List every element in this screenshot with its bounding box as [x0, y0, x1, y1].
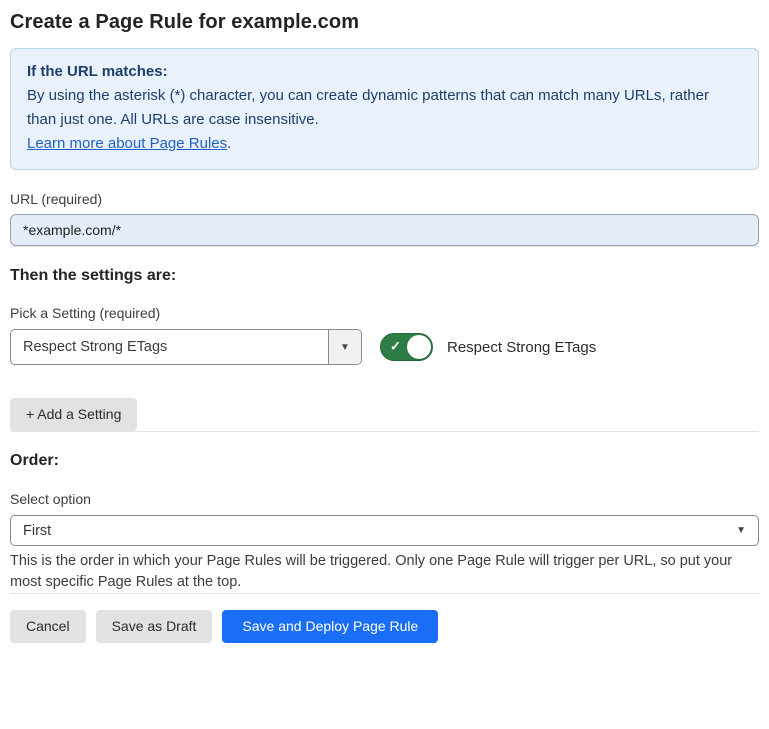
pick-setting-label: Pick a Setting (required): [10, 305, 759, 321]
setting-toggle-label: Respect Strong ETags: [447, 339, 596, 356]
order-help-text: This is the order in which your Page Rul…: [10, 551, 759, 593]
cancel-button[interactable]: Cancel: [10, 610, 86, 643]
setting-toggle[interactable]: ✓: [380, 333, 433, 361]
setting-select-value: Respect Strong ETags: [11, 330, 328, 364]
info-box-body: By using the asterisk (*) character, you…: [27, 84, 722, 132]
divider: [10, 431, 759, 432]
save-draft-button[interactable]: Save as Draft: [96, 610, 213, 643]
order-heading: Order:: [10, 452, 759, 470]
footer-actions: Cancel Save as Draft Save and Deploy Pag…: [10, 610, 759, 643]
url-match-info-box: If the URL matches: By using the asteris…: [10, 48, 759, 170]
save-deploy-button[interactable]: Save and Deploy Page Rule: [222, 610, 438, 643]
divider: [10, 246, 759, 247]
learn-more-link[interactable]: Learn more about Page Rules: [27, 135, 227, 152]
link-period: .: [227, 135, 231, 152]
setting-row: Respect Strong ETags ▼ ✓ Respect Strong …: [10, 329, 759, 365]
toggle-knob[interactable]: [407, 335, 431, 359]
page-title: Create a Page Rule for example.com: [10, 11, 759, 34]
setting-select[interactable]: Respect Strong ETags ▼: [10, 329, 362, 365]
add-setting-button[interactable]: + Add a Setting: [10, 398, 137, 431]
info-box-link-line: Learn more about Page Rules.: [27, 132, 742, 156]
chevron-down-icon[interactable]: ▼: [328, 330, 361, 364]
url-input[interactable]: [10, 214, 759, 246]
url-label: URL (required): [10, 191, 759, 207]
order-select-value: First: [23, 523, 51, 539]
order-select-label: Select option: [10, 491, 759, 507]
settings-heading: Then the settings are:: [10, 267, 759, 285]
order-select[interactable]: First ▼: [10, 515, 759, 546]
divider: [10, 593, 759, 594]
create-page-rule-panel: Create a Page Rule for example.com If th…: [0, 11, 769, 643]
chevron-down-icon: ▼: [736, 525, 746, 536]
check-icon: ✓: [390, 339, 401, 355]
info-box-heading: If the URL matches:: [27, 60, 742, 84]
